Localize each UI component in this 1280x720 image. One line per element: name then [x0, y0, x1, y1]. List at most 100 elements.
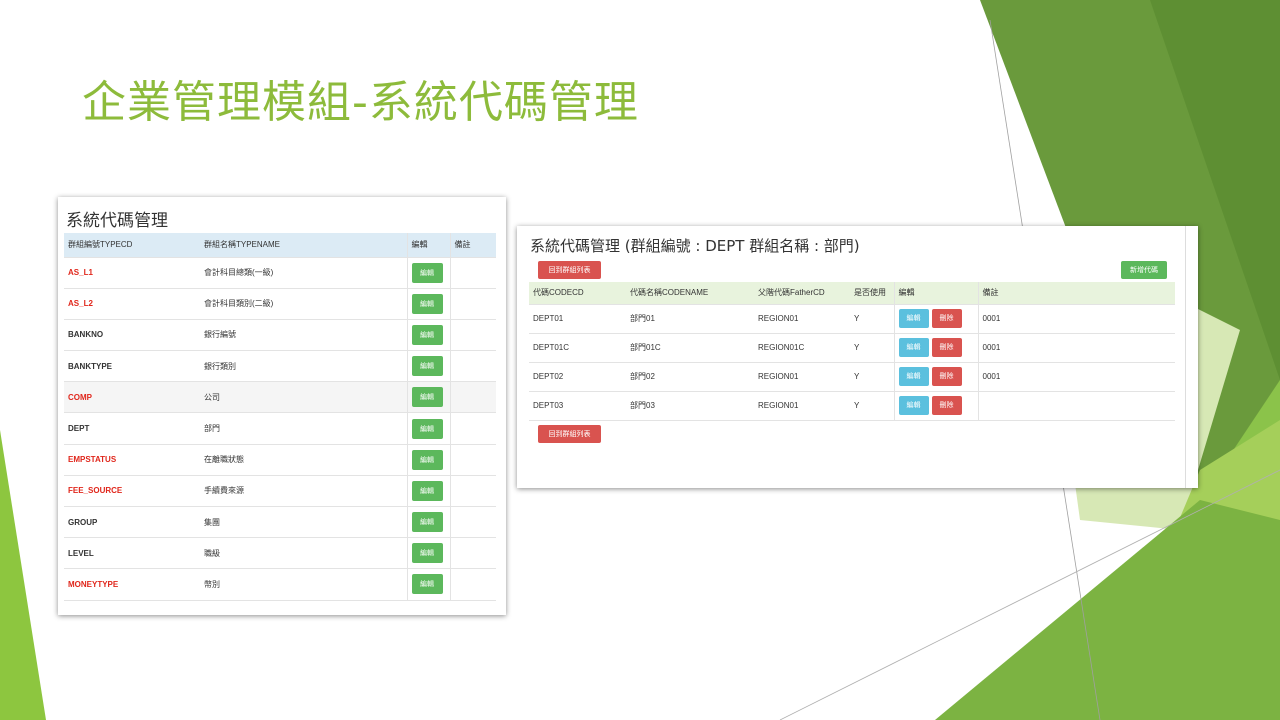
edit-cell: 編輯: [406, 288, 450, 320]
table-row: DEPT03 部門03 REGION01 Y 編輯 刪除: [529, 391, 1175, 421]
code-cell: DEPT01C: [529, 333, 626, 363]
column-header-in-use: 是否使用: [850, 282, 894, 305]
edit-button[interactable]: 編輯: [898, 367, 929, 386]
add-code-button[interactable]: 新增代碼: [1121, 261, 1167, 279]
table-row: DEPT 部門 編輯: [64, 412, 496, 445]
table-row: AS_L1 會計科目總類(一級) 編輯: [64, 257, 496, 289]
table-row: DEPT01C 部門01C REGION01C Y 編輯 刪除 0001: [529, 333, 1175, 363]
note-cell: [449, 319, 496, 352]
table-row: MONEYTYPE 幣別 編輯: [64, 568, 496, 601]
in-use-cell: Y: [850, 304, 894, 334]
column-header-note: 備註: [449, 233, 496, 258]
back-to-group-list-button-top[interactable]: 回到群組列表: [538, 261, 601, 279]
delete-button[interactable]: 刪除: [931, 338, 962, 357]
group-name-cell: 幣別: [200, 568, 407, 601]
bottom-green-shape: [935, 500, 1280, 720]
edit-button[interactable]: 編輯: [411, 262, 443, 283]
column-header-codename: 代碼名稱CODENAME: [626, 282, 754, 305]
table-row: DEPT01 部門01 REGION01 Y 編輯 刪除 0001: [529, 304, 1175, 334]
column-header-edit: 編輯: [406, 233, 450, 258]
edit-button[interactable]: 編輯: [411, 449, 443, 470]
father-code-cell: REGION01C: [754, 333, 850, 363]
code-cell: DEPT02: [529, 362, 626, 392]
in-use-cell: Y: [850, 391, 894, 421]
edit-button[interactable]: 編輯: [411, 418, 443, 439]
edit-button[interactable]: 編輯: [411, 356, 443, 377]
note-cell: [449, 350, 496, 383]
edit-button[interactable]: 編輯: [898, 396, 929, 415]
group-code-cell[interactable]: COMP: [64, 381, 200, 414]
group-list-body: AS_L1 會計科目總類(一級) 編輯 AS_L2 會計科目類別(二級) 編輯 BANKNO…: [64, 257, 496, 601]
father-code-cell: REGION01: [754, 391, 850, 421]
edit-button[interactable]: 編輯: [898, 309, 929, 328]
father-code-cell: REGION01: [754, 304, 850, 334]
panel-scroll-divider: [1185, 226, 1186, 488]
group-code-cell[interactable]: BANKTYPE: [64, 350, 200, 383]
group-code-cell[interactable]: LEVEL: [64, 537, 200, 570]
note-cell: 0001: [977, 333, 1175, 363]
group-code-cell[interactable]: GROUP: [64, 506, 200, 539]
group-name-cell: 會計科目類別(二級): [200, 288, 407, 320]
table-row: AS_L2 會計科目類別(二級) 編輯: [64, 288, 496, 320]
edit-button[interactable]: 編輯: [411, 324, 443, 345]
group-code-cell[interactable]: BANKNO: [64, 319, 200, 352]
note-cell: [449, 257, 496, 289]
column-header-codecd: 代碼CODECD: [529, 282, 626, 305]
group-name-cell: 部門: [200, 412, 407, 445]
group-code-cell[interactable]: DEPT: [64, 412, 200, 445]
group-code-cell[interactable]: AS_L2: [64, 288, 200, 320]
actions-cell: 編輯 刪除: [893, 362, 978, 392]
edit-button[interactable]: 編輯: [411, 480, 443, 501]
code-name-cell: 部門01C: [626, 333, 754, 363]
left-green-triangle: [0, 430, 46, 720]
edit-cell: 編輯: [406, 506, 450, 539]
code-cell: DEPT03: [529, 391, 626, 421]
group-name-cell: 會計科目總類(一級): [200, 257, 407, 289]
table-row: BANKNO 銀行編號 編輯: [64, 319, 496, 352]
edit-cell: 編輯: [406, 568, 450, 601]
edit-cell: 編輯: [406, 350, 450, 383]
edit-button[interactable]: 編輯: [411, 543, 443, 564]
group-code-cell[interactable]: MONEYTYPE: [64, 568, 200, 601]
group-code-cell[interactable]: EMPSTATUS: [64, 444, 200, 476]
in-use-cell: Y: [850, 362, 894, 392]
note-cell: [449, 537, 496, 570]
code-list-body: DEPT01 部門01 REGION01 Y 編輯 刪除 0001 DEPT01C 部門01C R…: [529, 304, 1175, 421]
group-list-title: 系統代碼管理: [66, 211, 168, 231]
edit-cell: 編輯: [406, 537, 450, 570]
code-list-table: 代碼CODECD 代碼名稱CODENAME 父階代碼FatherCD 是否使用 …: [529, 282, 1175, 421]
note-cell: 0001: [977, 362, 1175, 392]
group-code-cell[interactable]: FEE_SOURCE: [64, 475, 200, 508]
group-list-table: 群組編號TYPECD 群組名稱TYPENAME 編輯 備註 AS_L1 會計科目總…: [64, 233, 496, 601]
delete-button[interactable]: 刪除: [931, 367, 962, 386]
note-cell: [449, 412, 496, 445]
table-row: GROUP 集團 編輯: [64, 506, 496, 539]
delete-button[interactable]: 刪除: [931, 309, 962, 328]
note-cell: [449, 444, 496, 476]
father-code-cell: REGION01: [754, 362, 850, 392]
table-row: DEPT02 部門02 REGION01 Y 編輯 刪除 0001: [529, 362, 1175, 392]
edit-button[interactable]: 編輯: [898, 338, 929, 357]
slide-title: 企業管理模組-系統代碼管理: [82, 77, 639, 128]
note-cell: [449, 475, 496, 508]
edit-button[interactable]: 編輯: [411, 387, 443, 408]
table-header-row: 群組編號TYPECD 群組名稱TYPENAME 編輯 備註: [64, 233, 496, 258]
delete-button[interactable]: 刪除: [931, 396, 962, 415]
edit-button[interactable]: 編輯: [411, 293, 443, 314]
column-header-note: 備註: [977, 282, 1175, 305]
table-row: COMP 公司 編輯: [64, 381, 496, 414]
note-cell: [449, 506, 496, 539]
actions-cell: 編輯 刪除: [893, 333, 978, 363]
edit-button[interactable]: 編輯: [411, 574, 443, 595]
table-row: FEE_SOURCE 手續費來源 編輯: [64, 475, 496, 508]
note-cell: [449, 568, 496, 601]
code-list-title: 系統代碼管理 (群組編號 : DEPT 群組名稱 : 部門): [530, 237, 860, 255]
back-to-group-list-button-bottom[interactable]: 回到群組列表: [538, 425, 601, 443]
edit-button[interactable]: 編輯: [411, 512, 443, 533]
edit-cell: 編輯: [406, 444, 450, 476]
edit-cell: 編輯: [406, 475, 450, 508]
column-header-typecd: 群組編號TYPECD: [64, 233, 200, 258]
edit-cell: 編輯: [406, 412, 450, 445]
column-header-edit: 編輯: [893, 282, 978, 305]
group-code-cell[interactable]: AS_L1: [64, 257, 200, 289]
